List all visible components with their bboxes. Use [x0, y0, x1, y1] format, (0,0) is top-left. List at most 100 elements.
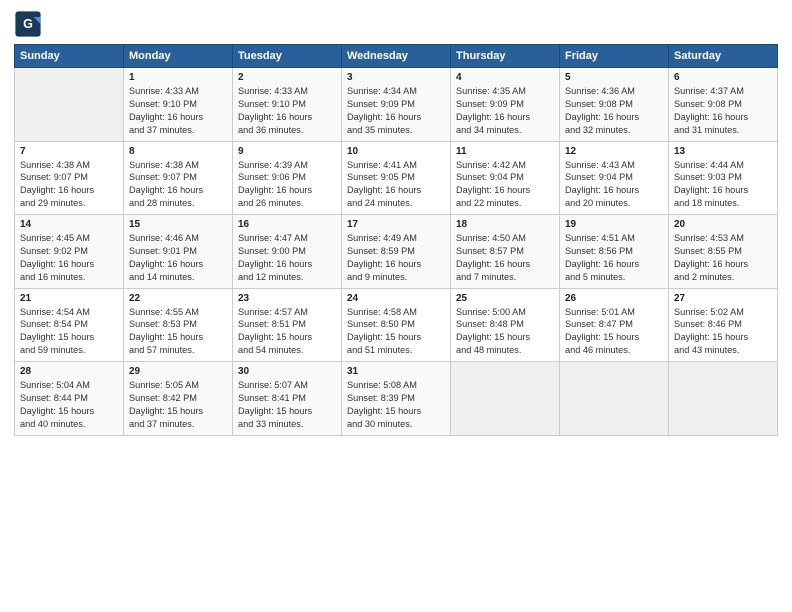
day-number: 12 — [565, 146, 663, 157]
day-cell: 2Sunrise: 4:33 AM Sunset: 9:10 PM Daylig… — [233, 68, 342, 142]
day-cell: 7Sunrise: 4:38 AM Sunset: 9:07 PM Daylig… — [15, 141, 124, 215]
day-cell — [451, 362, 560, 436]
day-cell: 8 Sunrise: 4:38 AM Sunset: 9:07 PM Daylig… — [124, 141, 233, 215]
col-header-thursday: Thursday — [451, 45, 560, 68]
day-cell: 3 Sunrise: 4:34 AM Sunset: 9:09 PM Daylig… — [342, 68, 451, 142]
day-info: Sunrise: 4:38 AM Sunset: 9:07 PM Dayligh… — [20, 159, 118, 211]
day-cell: 19 Sunrise: 4:51 AM Sunset: 8:56 PM Dayli… — [560, 215, 669, 289]
day-cell: 5Sunrise: 4:36 AM Sunset: 9:08 PM Daylig… — [560, 68, 669, 142]
day-info: Sunrise: 5:02 AM Sunset: 8:46 PM Dayligh… — [674, 306, 772, 358]
day-number: 19 — [565, 219, 663, 230]
day-info: Sunrise: 4:33 AM Sunset: 9:10 PM Dayligh… — [129, 85, 227, 137]
day-number: 17 — [347, 219, 445, 230]
week-row-1: 1 Sunrise: 4:33 AM Sunset: 9:10 PM Daylig… — [15, 68, 778, 142]
day-cell: 31 Sunrise: 5:08 AM Sunset: 8:39 PM Dayli… — [342, 362, 451, 436]
day-cell — [669, 362, 778, 436]
day-info: Sunrise: 4:37 AM Sunset: 9:08 PM Dayligh… — [674, 85, 772, 137]
day-cell: 14 Sunrise: 4:45 AM Sunset: 9:02 PM Dayli… — [15, 215, 124, 289]
col-header-sunday: Sunday — [15, 45, 124, 68]
day-cell: 22Sunrise: 4:55 AM Sunset: 8:53 PM Dayli… — [124, 288, 233, 362]
day-info: Sunrise: 4:35 AM Sunset: 9:09 PM Dayligh… — [456, 85, 554, 137]
day-number: 14 — [20, 219, 118, 230]
day-info: Sunrise: 4:47 AM Sunset: 9:00 PM Dayligh… — [238, 232, 336, 284]
day-info: Sunrise: 4:46 AM Sunset: 9:01 PM Dayligh… — [129, 232, 227, 284]
day-info: Sunrise: 4:36 AM Sunset: 9:08 PM Dayligh… — [565, 85, 663, 137]
day-info: Sunrise: 5:05 AM Sunset: 8:42 PM Dayligh… — [129, 379, 227, 431]
day-cell — [15, 68, 124, 142]
day-info: Sunrise: 4:50 AM Sunset: 8:57 PM Dayligh… — [456, 232, 554, 284]
day-info: Sunrise: 4:42 AM Sunset: 9:04 PM Dayligh… — [456, 159, 554, 211]
day-info: Sunrise: 5:04 AM Sunset: 8:44 PM Dayligh… — [20, 379, 118, 431]
day-cell: 17 Sunrise: 4:49 AM Sunset: 8:59 PM Dayli… — [342, 215, 451, 289]
day-info: Sunrise: 4:58 AM Sunset: 8:50 PM Dayligh… — [347, 306, 445, 358]
col-header-saturday: Saturday — [669, 45, 778, 68]
day-info: Sunrise: 4:53 AM Sunset: 8:55 PM Dayligh… — [674, 232, 772, 284]
day-cell: 6 Sunrise: 4:37 AM Sunset: 9:08 PM Daylig… — [669, 68, 778, 142]
day-info: Sunrise: 4:54 AM Sunset: 8:54 PM Dayligh… — [20, 306, 118, 358]
col-header-wednesday: Wednesday — [342, 45, 451, 68]
day-info: Sunrise: 4:34 AM Sunset: 9:09 PM Dayligh… — [347, 85, 445, 137]
day-cell: 15Sunrise: 4:46 AM Sunset: 9:01 PM Dayli… — [124, 215, 233, 289]
day-cell: 26Sunrise: 5:01 AM Sunset: 8:47 PM Dayli… — [560, 288, 669, 362]
day-info: Sunrise: 4:49 AM Sunset: 8:59 PM Dayligh… — [347, 232, 445, 284]
day-info: Sunrise: 4:41 AM Sunset: 9:05 PM Dayligh… — [347, 159, 445, 211]
day-cell: 13 Sunrise: 4:44 AM Sunset: 9:03 PM Dayli… — [669, 141, 778, 215]
day-number: 30 — [238, 366, 336, 377]
day-number: 23 — [238, 293, 336, 304]
day-cell: 21 Sunrise: 4:54 AM Sunset: 8:54 PM Dayli… — [15, 288, 124, 362]
page: G SundayMondayTuesdayWednesdayThursdayFr… — [0, 0, 792, 612]
col-header-monday: Monday — [124, 45, 233, 68]
day-number: 21 — [20, 293, 118, 304]
week-row-2: 7Sunrise: 4:38 AM Sunset: 9:07 PM Daylig… — [15, 141, 778, 215]
day-cell: 24 Sunrise: 4:58 AM Sunset: 8:50 PM Dayli… — [342, 288, 451, 362]
day-cell: 12 Sunrise: 4:43 AM Sunset: 9:04 PM Dayli… — [560, 141, 669, 215]
day-cell: 23 Sunrise: 4:57 AM Sunset: 8:51 PM Dayli… — [233, 288, 342, 362]
day-number: 24 — [347, 293, 445, 304]
day-number: 8 — [129, 146, 227, 157]
day-number: 29 — [129, 366, 227, 377]
day-cell: 4 Sunrise: 4:35 AM Sunset: 9:09 PM Daylig… — [451, 68, 560, 142]
day-cell: 16 Sunrise: 4:47 AM Sunset: 9:00 PM Dayli… — [233, 215, 342, 289]
week-row-5: 28 Sunrise: 5:04 AM Sunset: 8:44 PM Dayli… — [15, 362, 778, 436]
header-row: SundayMondayTuesdayWednesdayThursdayFrid… — [15, 45, 778, 68]
day-number: 31 — [347, 366, 445, 377]
day-number: 4 — [456, 72, 554, 83]
day-info: Sunrise: 4:51 AM Sunset: 8:56 PM Dayligh… — [565, 232, 663, 284]
day-info: Sunrise: 4:57 AM Sunset: 8:51 PM Dayligh… — [238, 306, 336, 358]
day-cell: 1 Sunrise: 4:33 AM Sunset: 9:10 PM Daylig… — [124, 68, 233, 142]
day-info: Sunrise: 4:39 AM Sunset: 9:06 PM Dayligh… — [238, 159, 336, 211]
day-cell: 10Sunrise: 4:41 AM Sunset: 9:05 PM Dayli… — [342, 141, 451, 215]
week-row-3: 14 Sunrise: 4:45 AM Sunset: 9:02 PM Dayli… — [15, 215, 778, 289]
week-row-4: 21 Sunrise: 4:54 AM Sunset: 8:54 PM Dayli… — [15, 288, 778, 362]
header: G — [14, 10, 778, 38]
col-header-tuesday: Tuesday — [233, 45, 342, 68]
day-cell: 18 Sunrise: 4:50 AM Sunset: 8:57 PM Dayli… — [451, 215, 560, 289]
day-number: 16 — [238, 219, 336, 230]
col-header-friday: Friday — [560, 45, 669, 68]
day-cell: 25 Sunrise: 5:00 AM Sunset: 8:48 PM Dayli… — [451, 288, 560, 362]
day-info: Sunrise: 5:08 AM Sunset: 8:39 PM Dayligh… — [347, 379, 445, 431]
day-cell: 27 Sunrise: 5:02 AM Sunset: 8:46 PM Dayli… — [669, 288, 778, 362]
day-number: 3 — [347, 72, 445, 83]
day-info: Sunrise: 4:55 AM Sunset: 8:53 PM Dayligh… — [129, 306, 227, 358]
day-cell — [560, 362, 669, 436]
day-number: 25 — [456, 293, 554, 304]
day-number: 20 — [674, 219, 772, 230]
day-info: Sunrise: 4:38 AM Sunset: 9:07 PM Dayligh… — [129, 159, 227, 211]
day-info: Sunrise: 4:45 AM Sunset: 9:02 PM Dayligh… — [20, 232, 118, 284]
logo: G — [14, 10, 44, 38]
day-info: Sunrise: 4:44 AM Sunset: 9:03 PM Dayligh… — [674, 159, 772, 211]
day-cell: 20 Sunrise: 4:53 AM Sunset: 8:55 PM Dayli… — [669, 215, 778, 289]
day-info: Sunrise: 4:33 AM Sunset: 9:10 PM Dayligh… — [238, 85, 336, 137]
day-number: 13 — [674, 146, 772, 157]
day-number: 1 — [129, 72, 227, 83]
day-cell: 9 Sunrise: 4:39 AM Sunset: 9:06 PM Daylig… — [233, 141, 342, 215]
day-cell: 28 Sunrise: 5:04 AM Sunset: 8:44 PM Dayli… — [15, 362, 124, 436]
day-number: 27 — [674, 293, 772, 304]
day-number: 9 — [238, 146, 336, 157]
day-number: 6 — [674, 72, 772, 83]
day-info: Sunrise: 4:43 AM Sunset: 9:04 PM Dayligh… — [565, 159, 663, 211]
day-info: Sunrise: 5:00 AM Sunset: 8:48 PM Dayligh… — [456, 306, 554, 358]
day-number: 28 — [20, 366, 118, 377]
day-number: 18 — [456, 219, 554, 230]
